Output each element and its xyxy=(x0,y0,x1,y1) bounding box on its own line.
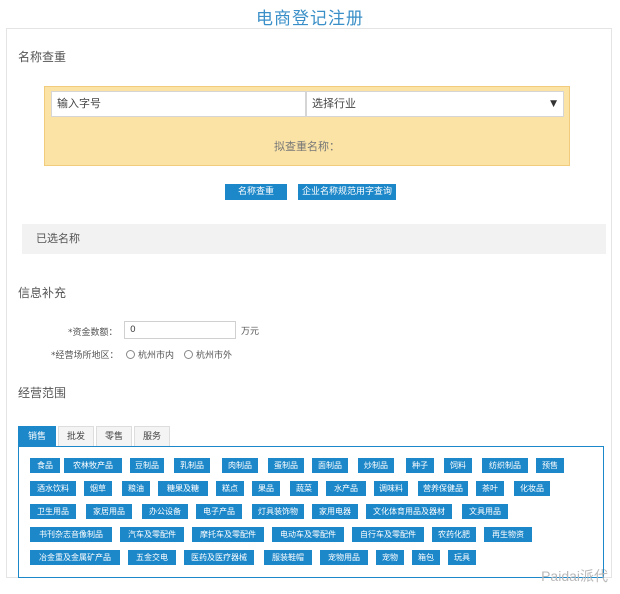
industry-select-value: 选择行业 xyxy=(312,97,356,110)
radio-icon xyxy=(184,350,193,359)
location-option-inside-label: 杭州市内 xyxy=(138,351,175,361)
capital-amount-input[interactable]: 0 xyxy=(124,321,236,339)
scope-tag[interactable]: 再生物资 xyxy=(484,527,532,542)
proposed-name-label: 拟查重名称： xyxy=(274,140,340,153)
scope-tag[interactable]: 电子产品 xyxy=(196,504,242,519)
page-title: 电商登记注册 xyxy=(256,9,364,29)
scope-tag[interactable]: 农林牧产品 xyxy=(64,458,122,473)
tab-service[interactable]: 服务 xyxy=(134,426,170,446)
scope-tag[interactable]: 医药及医疗器械 xyxy=(184,550,254,565)
scope-tag[interactable]: 肉制品 xyxy=(222,458,258,473)
tab-retail[interactable]: 零售 xyxy=(96,426,132,446)
selected-name-label: 已选名称 xyxy=(36,232,80,245)
scope-tag[interactable]: 豆制品 xyxy=(130,458,164,473)
scope-tag[interactable]: 箱包 xyxy=(412,550,440,565)
tab-sales[interactable]: 销售 xyxy=(18,426,56,446)
scope-tag[interactable]: 面制品 xyxy=(312,458,348,473)
scope-tag[interactable]: 电动车及零配件 xyxy=(272,527,344,542)
scope-tag[interactable]: 文化体育用品及器材 xyxy=(366,504,452,519)
scope-tag[interactable]: 家居用品 xyxy=(86,504,132,519)
scope-tag[interactable]: 茶叶 xyxy=(476,481,504,496)
location-option-inside[interactable]: 杭州市内 xyxy=(126,348,174,361)
scope-tag[interactable]: 宠物 xyxy=(376,550,404,565)
scope-tag[interactable]: 水产品 xyxy=(326,481,366,496)
scope-tag[interactable]: 酒水饮料 xyxy=(30,481,76,496)
scope-tag[interactable]: 化妆品 xyxy=(514,481,550,496)
scope-tag[interactable]: 营养保健品 xyxy=(418,481,468,496)
industry-select[interactable]: 选择行业 ▼ xyxy=(306,91,564,117)
trade-name-input[interactable]: 输入字号 xyxy=(51,91,306,117)
scope-tag[interactable]: 文具用品 xyxy=(462,504,508,519)
scope-tag[interactable]: 炒制品 xyxy=(358,458,394,473)
paidai-watermark-logo: Paidai派代 xyxy=(541,568,608,584)
location-option-outside[interactable]: 杭州市外 xyxy=(184,348,232,361)
scope-tag[interactable]: 办公设备 xyxy=(142,504,188,519)
scope-tag[interactable]: 饲料 xyxy=(444,458,472,473)
scope-tag[interactable]: 烟草 xyxy=(84,481,112,496)
scope-tag[interactable]: 乳制品 xyxy=(174,458,210,473)
tab-wholesale[interactable]: 批发 xyxy=(58,426,94,446)
scope-tag[interactable]: 卫生用品 xyxy=(30,504,76,519)
scope-tag[interactable]: 灯具装饰物 xyxy=(252,504,304,519)
scope-tag[interactable]: 玩具 xyxy=(448,550,476,565)
location-option-outside-label: 杭州市外 xyxy=(196,351,233,361)
capital-unit: 万元 xyxy=(241,327,260,337)
scope-tag[interactable]: 五金交电 xyxy=(128,550,176,565)
scope-tag[interactable]: 农药化肥 xyxy=(432,527,476,542)
scope-tag[interactable]: 调味料 xyxy=(374,481,408,496)
selected-name-bar: 已选名称 xyxy=(22,224,606,254)
scope-tag[interactable]: 蔬菜 xyxy=(290,481,318,496)
name-check-button[interactable]: 名称查重 xyxy=(225,184,287,200)
scope-tag[interactable]: 自行车及零配件 xyxy=(352,527,424,542)
scope-tag[interactable]: 冶金重及金属矿产品 xyxy=(30,550,120,565)
scope-tag[interactable]: 书刊杂志音像制品 xyxy=(30,527,112,542)
scope-tag[interactable]: 摩托车及零配件 xyxy=(192,527,264,542)
scope-tag[interactable]: 汽车及零配件 xyxy=(120,527,184,542)
scope-heading: 经营范围 xyxy=(18,386,67,400)
info-heading: 信息补充 xyxy=(18,286,67,300)
scope-tag[interactable]: 糕点 xyxy=(216,481,244,496)
scope-tag[interactable]: 预售 xyxy=(536,458,564,473)
location-label: *经营场所地区： xyxy=(51,351,119,361)
scope-tag[interactable]: 家用电器 xyxy=(312,504,358,519)
scope-tag[interactable]: 纺织制品 xyxy=(482,458,528,473)
scope-tag[interactable]: 果品 xyxy=(252,481,280,496)
scope-tag[interactable]: 种子 xyxy=(406,458,434,473)
capital-label: *资金数额： xyxy=(68,328,118,338)
scope-tag[interactable]: 宠物用品 xyxy=(320,550,368,565)
scope-tag[interactable]: 粮油 xyxy=(122,481,150,496)
scope-tag[interactable]: 蛋制品 xyxy=(268,458,304,473)
scope-tag[interactable]: 服装鞋帽 xyxy=(264,550,312,565)
radio-icon xyxy=(126,350,135,359)
name-rules-query-button[interactable]: 企业名称规范用字查询 xyxy=(298,184,396,200)
chevron-down-icon: ▼ xyxy=(550,99,557,109)
name-check-heading: 名称查重 xyxy=(18,50,67,64)
scope-tag[interactable]: 糖果及糖 xyxy=(158,481,208,496)
scope-tag[interactable]: 食品 xyxy=(30,458,60,473)
